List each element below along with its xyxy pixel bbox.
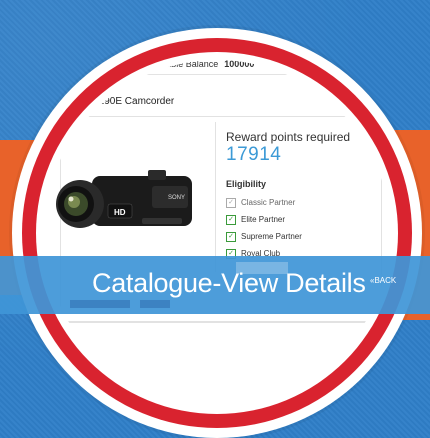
- eligibility-title: Eligibility: [226, 179, 267, 189]
- eligibility-item-label: Supreme Partner: [241, 232, 302, 241]
- panel-bottom-line: [60, 321, 380, 322]
- points-summary-bar: Points Redeem 0 | Available Balance 1000…: [60, 60, 320, 75]
- available-balance-value: 100000: [224, 60, 255, 69]
- reward-points-label: Reward points required: [226, 130, 351, 144]
- camera-brand-label: SONY: [168, 195, 185, 201]
- points-redeem-value: 0: [127, 60, 133, 69]
- available-balance-label: Available Balance: [146, 60, 219, 69]
- faded-row: [140, 300, 170, 308]
- camcorder-image: HD SONY: [56, 170, 192, 228]
- back-link[interactable]: «BACK: [370, 276, 396, 285]
- reward-points-value: 17914: [226, 144, 282, 165]
- banner-title: Catalogue-View Details: [92, 268, 366, 298]
- unchecked-icon: ✓: [226, 197, 236, 208]
- eligibility-item-elite: ✓ Elite Partner: [226, 211, 302, 228]
- eligibility-list: ✓ Classic Partner ✓ Elite Partner ✓ Supr…: [226, 194, 302, 262]
- magnified-view: Points Redeem 0 | Available Balance 1000…: [44, 60, 390, 406]
- eligibility-item-classic: ✓ Classic Partner: [226, 194, 302, 211]
- panel-divider: [215, 122, 216, 272]
- product-title: X190E Camcorder: [92, 96, 175, 107]
- checkmark-icon: ✓: [226, 231, 236, 242]
- camera-hd-badge: HD: [114, 208, 126, 217]
- separator: |: [138, 60, 141, 69]
- eligibility-item-supreme: ✓ Supreme Partner: [226, 228, 302, 245]
- faded-row: [70, 300, 130, 308]
- checkmark-icon: ✓: [226, 214, 236, 225]
- points-redeem-label: Points Redeem: [60, 60, 122, 69]
- eligibility-item-label: Classic Partner: [241, 198, 296, 207]
- eligibility-item-label: Elite Partner: [241, 215, 286, 224]
